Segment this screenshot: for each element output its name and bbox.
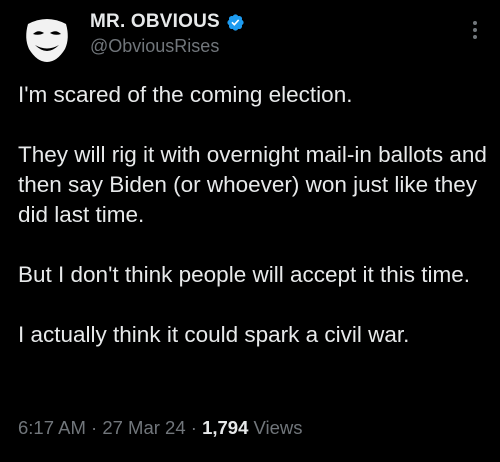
tweet-text: I'm scared of the coming election. They …: [18, 80, 488, 350]
smiling-mask-icon: [26, 19, 68, 62]
tweet: MR. OBVIOUS @ObviousRises I'm scared of …: [0, 0, 500, 462]
tweet-paragraph: I'm scared of the coming election.: [18, 82, 353, 107]
meta-separator: ·: [185, 417, 203, 438]
avatar[interactable]: [18, 8, 76, 66]
tweet-date[interactable]: 27 Mar 24: [102, 417, 185, 438]
display-name-row: MR. OBVIOUS: [90, 10, 245, 34]
views-label: Views: [253, 417, 303, 438]
tweet-paragraph: I actually think it could spark a civil …: [18, 322, 410, 347]
more-options-icon[interactable]: [468, 18, 482, 42]
tweet-header: MR. OBVIOUS @ObviousRises: [18, 8, 484, 68]
tweet-meta: 6:17 AM · 27 Mar 24 · 1,794 Views: [18, 417, 303, 439]
meta-separator: ·: [85, 417, 103, 438]
author-handle[interactable]: @ObviousRises: [90, 36, 245, 57]
tweet-time[interactable]: 6:17 AM: [18, 417, 86, 438]
tweet-paragraph: They will rig it with overnight mail-in …: [18, 142, 487, 227]
tweet-paragraph: But I don't think people will accept it …: [18, 262, 471, 287]
views-count: 1,794: [202, 417, 249, 438]
author-names: MR. OBVIOUS @ObviousRises: [90, 10, 245, 57]
verified-badge-icon: [227, 13, 244, 31]
author-display-name[interactable]: MR. OBVIOUS: [90, 11, 220, 33]
